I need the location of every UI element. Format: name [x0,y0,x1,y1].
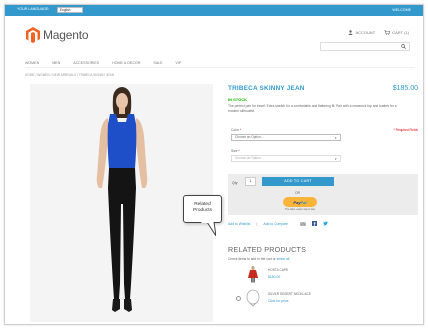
qty-input[interactable]: 1 [245,177,256,186]
product-page: YOUR LANGUAGE: English WELCOME Magento A… [4,4,424,325]
color-label: Color * [231,128,242,132]
related-item-price: $150.00 [268,275,281,279]
magento-logo-icon [26,27,40,43]
callout-line-2: Products [193,208,212,213]
language-select[interactable]: English [57,7,83,13]
related-item-thumbnail[interactable] [244,289,262,307]
compare-link[interactable]: Add to Compare [263,222,288,226]
related-item-checkbox[interactable] [236,296,241,301]
required-note: * Required Fields [393,128,418,132]
account-link[interactable]: ACCOUNT [348,30,375,35]
product-price: $185.00 [392,85,418,92]
related-products-callout: Related Products [183,195,222,223]
paypal-text-b: Pal [300,199,307,205]
cart-icon [384,30,391,35]
chevron-down-icon: ▾ [335,157,337,161]
product-description: The perfect pair for travel. Extra stret… [228,104,397,113]
logo[interactable]: Magento [26,24,126,46]
wishlist-link[interactable]: Add to Wishlist [228,222,250,226]
paypal-text-a: Pay [293,199,301,205]
color-select[interactable]: Choose an Option... ▾ [231,134,341,141]
related-hint-text: Check items to add to the cart or [228,257,277,261]
size-select-value: Choose an Option... [235,156,264,160]
chevron-down-icon: ▾ [335,136,337,140]
size-label: Size * [231,149,240,153]
main-nav: WOMEN MEN ACCESSORIES HOME & DECOR SALE … [25,58,415,68]
search-input[interactable] [320,42,410,51]
related-hint: Check items to add to the cart or select… [228,257,289,261]
add-to-cart-panel: Qty 1 ADD TO CART OR Pay Pal The safer, e… [228,174,418,215]
product-name: TRIBECA SKINNY JEAN [228,85,305,92]
select-all-link[interactable]: select all [277,257,290,261]
language-label: YOUR LANGUAGE: [17,7,50,11]
logo-text: Magento [43,28,89,42]
nav-item-women[interactable]: WOMEN [25,61,39,65]
paypal-tagline: The safer, easier way to pay [285,208,315,211]
nav-item-sale[interactable]: SALE [153,61,162,65]
twitter-icon[interactable] [323,221,329,226]
stock-status: IN STOCK [228,97,248,102]
breadcrumb[interactable]: HOME / WOMEN / NEW ARRIVALS / TRIBECA SK… [25,73,114,77]
welcome-text: WELCOME [392,8,411,12]
related-item[interactable]: HOSTA CAPE $150.00 [228,265,418,285]
qty-label: Qty [232,181,238,185]
cart-label: CART (1) [392,30,409,35]
callout-pointer [201,222,216,236]
paypal-button[interactable]: Pay Pal [283,197,317,207]
cart-link[interactable]: CART (1) [384,30,409,35]
divider: | [256,221,258,226]
user-icon [348,30,354,35]
nav-item-accessories[interactable]: ACCESSORIES [73,61,99,65]
account-links: ACCOUNT CART (1) [348,30,409,35]
top-bar: YOUR LANGUAGE: English WELCOME [5,5,423,16]
related-products-title: RELATED PRODUCTS [228,245,307,254]
size-select[interactable]: Choose an Option... ▾ [231,155,341,162]
related-item-name[interactable]: HOSTA CAPE [268,268,288,272]
nav-item-vip[interactable]: VIP [176,61,182,65]
search-icon[interactable] [401,44,406,49]
nav-item-home-decor[interactable]: HOME & DECOR [112,61,140,65]
related-item[interactable]: SILVER DESERT NECKLACE Click for price [228,289,418,309]
nav-item-men[interactable]: MEN [52,61,60,65]
related-item-name[interactable]: SILVER DESERT NECKLACE [268,292,311,296]
related-item-thumbnail[interactable] [244,265,262,283]
account-label: ACCOUNT [355,30,376,35]
related-item-price[interactable]: Click for price [268,299,289,303]
add-to-cart-button[interactable]: ADD TO CART [262,177,334,186]
facebook-icon[interactable] [312,221,318,226]
product-actions: Add to Wishlist | Add to Compare [228,221,418,226]
email-icon[interactable] [300,221,306,226]
color-select-value: Choose an Option... [235,135,264,139]
or-label: OR [295,191,300,195]
color-label-text: Color [231,128,239,132]
